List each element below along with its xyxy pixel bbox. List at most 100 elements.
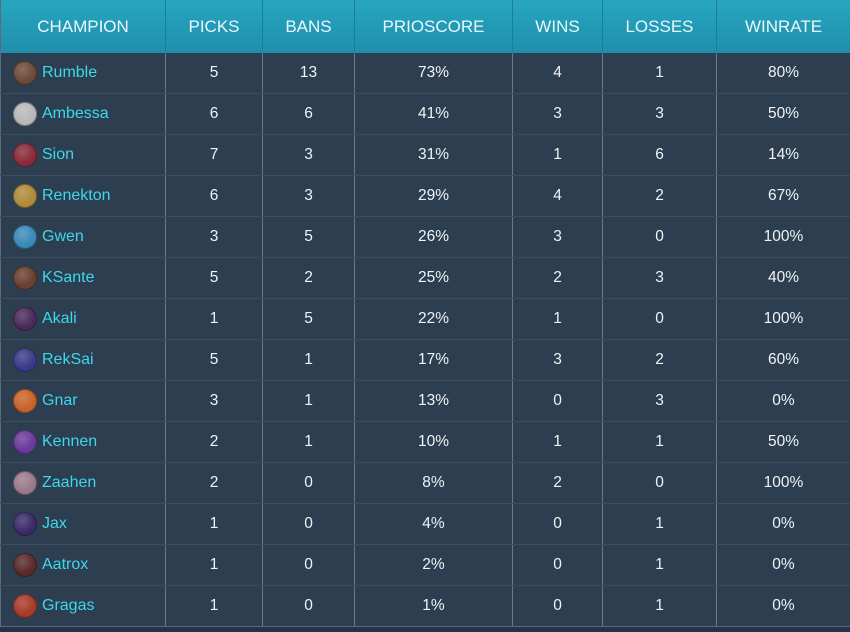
champion-cell: Akali (0, 298, 166, 340)
cell-winrate: 100% (716, 216, 850, 258)
champion-name-link[interactable]: Sion (42, 146, 74, 164)
champion-portrait-icon (13, 430, 37, 454)
champion-name-link[interactable]: Kennen (42, 433, 97, 451)
cell-prioscore: 13% (354, 380, 513, 422)
champion-portrait-icon (13, 266, 37, 290)
champion-cell-content: Gragas (13, 594, 165, 618)
table-row: Gragas 1 0 1% 0 1 0% (0, 585, 850, 627)
cell-picks: 5 (165, 339, 263, 381)
cell-prioscore: 73% (354, 53, 513, 94)
table-row: Gwen 3 5 26% 3 0 100% (0, 216, 850, 258)
cell-prioscore: 29% (354, 175, 513, 217)
champion-name-link[interactable]: KSante (42, 269, 94, 287)
champion-cell: Gragas (0, 585, 166, 627)
column-header-wins[interactable]: WINS (512, 0, 603, 53)
cell-winrate: 50% (716, 421, 850, 463)
champion-name-link[interactable]: Renekton (42, 187, 111, 205)
champion-name-link[interactable]: Aatrox (42, 556, 88, 574)
champion-cell-content: Renekton (13, 184, 165, 208)
champion-cell: KSante (0, 257, 166, 299)
cell-bans: 1 (262, 421, 355, 463)
table-row: Zaahen 2 0 8% 2 0 100% (0, 462, 850, 504)
cell-prioscore: 4% (354, 503, 513, 545)
champion-name-link[interactable]: Gragas (42, 597, 94, 615)
cell-prioscore: 31% (354, 134, 513, 176)
cell-wins: 3 (512, 93, 603, 135)
cell-losses: 3 (602, 380, 717, 422)
cell-prioscore: 26% (354, 216, 513, 258)
champion-cell: RekSai (0, 339, 166, 381)
champion-cell-content: Aatrox (13, 553, 165, 577)
champion-name-link[interactable]: Gwen (42, 228, 84, 246)
champion-cell: Gwen (0, 216, 166, 258)
cell-bans: 0 (262, 544, 355, 586)
champion-portrait-icon (13, 471, 37, 495)
cell-wins: 0 (512, 544, 603, 586)
champion-cell-content: KSante (13, 266, 165, 290)
column-header-champion[interactable]: CHAMPION (0, 0, 166, 53)
cell-winrate: 0% (716, 544, 850, 586)
champion-cell-content: Jax (13, 512, 165, 536)
champion-stats-table: CHAMPION PICKS BANS PRIOSCORE WINS LOSSE… (0, 0, 850, 627)
champion-name-link[interactable]: Gnar (42, 392, 78, 410)
cell-losses: 1 (602, 503, 717, 545)
cell-bans: 5 (262, 216, 355, 258)
cell-picks: 1 (165, 503, 263, 545)
cell-wins: 0 (512, 380, 603, 422)
table-row: Rumble 5 13 73% 4 1 80% (0, 53, 850, 94)
cell-picks: 2 (165, 462, 263, 504)
cell-wins: 1 (512, 298, 603, 340)
cell-losses: 1 (602, 53, 717, 94)
cell-picks: 1 (165, 585, 263, 627)
champion-cell-content: Kennen (13, 430, 165, 454)
champion-name-link[interactable]: Akali (42, 310, 77, 328)
cell-losses: 0 (602, 462, 717, 504)
cell-picks: 2 (165, 421, 263, 463)
cell-losses: 2 (602, 339, 717, 381)
table-row: Jax 1 0 4% 0 1 0% (0, 503, 850, 545)
cell-wins: 0 (512, 585, 603, 627)
cell-prioscore: 1% (354, 585, 513, 627)
column-header-picks[interactable]: PICKS (165, 0, 263, 53)
champion-name-link[interactable]: Rumble (42, 64, 97, 82)
champion-portrait-icon (13, 594, 37, 618)
cell-prioscore: 25% (354, 257, 513, 299)
cell-wins: 4 (512, 53, 603, 94)
champion-cell: Jax (0, 503, 166, 545)
column-header-prioscore[interactable]: PRIOSCORE (354, 0, 513, 53)
champion-cell: Zaahen (0, 462, 166, 504)
cell-losses: 3 (602, 257, 717, 299)
cell-losses: 2 (602, 175, 717, 217)
table-row: Ambessa 6 6 41% 3 3 50% (0, 93, 850, 135)
cell-winrate: 14% (716, 134, 850, 176)
champion-cell: Ambessa (0, 93, 166, 135)
column-header-losses[interactable]: LOSSES (602, 0, 717, 53)
champion-name-link[interactable]: Jax (42, 515, 67, 533)
champion-name-link[interactable]: Ambessa (42, 105, 109, 123)
cell-picks: 1 (165, 544, 263, 586)
champion-portrait-icon (13, 184, 37, 208)
champion-portrait-icon (13, 61, 37, 85)
cell-losses: 0 (602, 216, 717, 258)
champion-portrait-icon (13, 348, 37, 372)
cell-bans: 5 (262, 298, 355, 340)
champion-name-link[interactable]: Zaahen (42, 474, 96, 492)
table-row: Kennen 2 1 10% 1 1 50% (0, 421, 850, 463)
column-header-winrate[interactable]: WINRATE (716, 0, 850, 53)
cell-bans: 0 (262, 462, 355, 504)
champion-cell-content: Sion (13, 143, 165, 167)
cell-winrate: 0% (716, 503, 850, 545)
table-row: KSante 5 2 25% 2 3 40% (0, 257, 850, 299)
champion-cell-content: Akali (13, 307, 165, 331)
cell-wins: 1 (512, 134, 603, 176)
champion-cell: Kennen (0, 421, 166, 463)
cell-picks: 3 (165, 216, 263, 258)
cell-picks: 5 (165, 53, 263, 94)
table-row: Aatrox 1 0 2% 0 1 0% (0, 544, 850, 586)
champion-name-link[interactable]: RekSai (42, 351, 94, 369)
cell-picks: 6 (165, 93, 263, 135)
column-header-bans[interactable]: BANS (262, 0, 355, 53)
champion-portrait-icon (13, 102, 37, 126)
cell-bans: 3 (262, 175, 355, 217)
cell-winrate: 40% (716, 257, 850, 299)
